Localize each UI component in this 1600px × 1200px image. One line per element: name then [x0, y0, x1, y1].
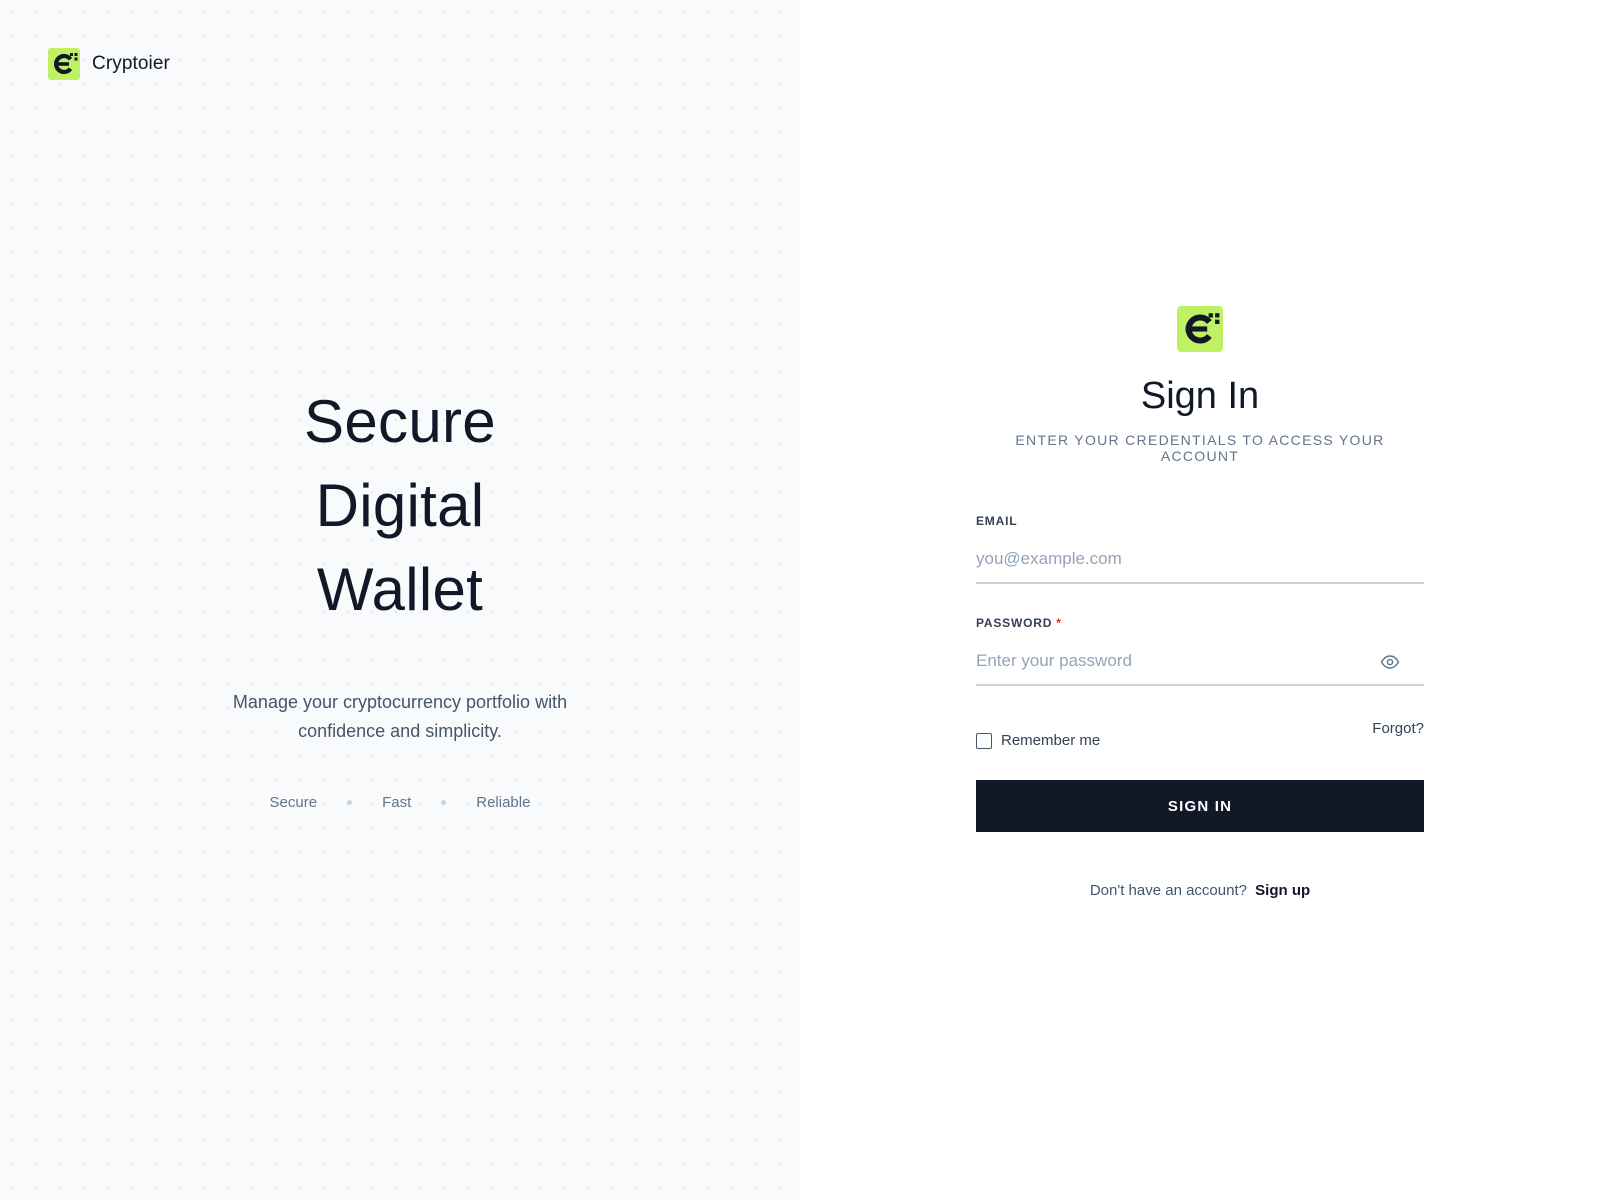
brand-name: Cryptoier — [92, 53, 170, 74]
hero-title-line: Digital — [315, 472, 485, 539]
remember-me-toggle[interactable]: Remember me — [976, 732, 1100, 749]
forgot-password-link[interactable]: Forgot? — [1372, 720, 1424, 737]
email-label: EMAIL — [976, 514, 1018, 528]
eye-icon[interactable] — [1380, 652, 1400, 672]
feature-list: Secure Fast Reliable — [270, 794, 531, 811]
signup-prompt: Don't have an account? — [1089, 882, 1247, 899]
crypto-c-logo-icon — [48, 48, 80, 80]
separator-dot — [441, 800, 447, 805]
hero-title-line: Secure — [304, 388, 496, 455]
email-input[interactable] — [976, 536, 1424, 584]
password-input[interactable] — [976, 638, 1424, 686]
required-mark: * — [1056, 616, 1062, 630]
form-logo — [976, 306, 1424, 352]
hero-title-line: Wallet — [316, 556, 484, 623]
password-field-group: PASSWORD * — [976, 614, 1424, 686]
feature-secure: Secure — [269, 794, 318, 811]
sign-up-link[interactable]: Sign up — [1255, 882, 1310, 899]
hero-section: Secure Digital Wallet Manage your crypto… — [0, 380, 800, 811]
remember-me-checkbox[interactable] — [976, 732, 992, 749]
form-options-row: Remember me Forgot? — [976, 720, 1424, 750]
feature-fast: Fast — [382, 794, 412, 811]
left-panel: Cryptoier Secure Digital Wallet Manage y… — [0, 0, 800, 1200]
sign-in-button[interactable]: SIGN IN — [976, 780, 1424, 832]
remember-me-label[interactable]: Remember me — [1001, 732, 1100, 749]
separator-dot — [347, 800, 353, 805]
crypto-c-logo-icon — [1177, 306, 1223, 352]
brand-header[interactable]: Cryptoier — [48, 48, 170, 80]
sign-in-form: Sign In ENTER YOUR CREDENTIALS TO ACCESS… — [976, 306, 1424, 899]
feature-reliable: Reliable — [476, 794, 531, 811]
password-label-text: PASSWORD — [976, 616, 1053, 630]
form-title: Sign In — [1140, 375, 1260, 417]
form-subtitle: ENTER YOUR CREDENTIALS TO ACCESS YOUR AC… — [1015, 432, 1385, 464]
email-field-group: EMAIL — [976, 512, 1424, 584]
password-label: PASSWORD * — [976, 616, 1062, 630]
signup-prompt-row: Don't have an account? Sign up — [976, 882, 1424, 899]
hero-subtitle: Manage your cryptocurrency portfolio wit… — [232, 692, 568, 741]
